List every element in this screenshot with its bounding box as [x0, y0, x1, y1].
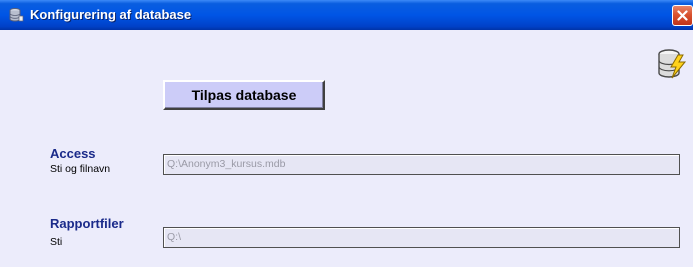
access-subtitle: Sti og filnavn: [50, 163, 111, 175]
database-icon: [8, 7, 24, 23]
tilpas-database-button[interactable]: Tilpas database: [163, 80, 325, 110]
close-icon: [677, 10, 688, 21]
dialog-body: Tilpas database Access Sti og filnavn Q:…: [0, 30, 693, 267]
access-title: Access: [50, 146, 96, 161]
database-lightning-icon: [656, 47, 688, 81]
rapportfiler-path-field[interactable]: Q:\: [163, 227, 680, 248]
title-bar[interactable]: Konfigurering af database: [0, 0, 693, 30]
rapportfiler-subtitle: Sti: [50, 236, 63, 248]
window-title: Konfigurering af database: [30, 7, 192, 22]
rapportfiler-title: Rapportfiler: [50, 216, 124, 231]
close-button[interactable]: [672, 5, 693, 26]
access-path-field[interactable]: Q:\Anonym3_kursus.mdb: [163, 154, 680, 175]
